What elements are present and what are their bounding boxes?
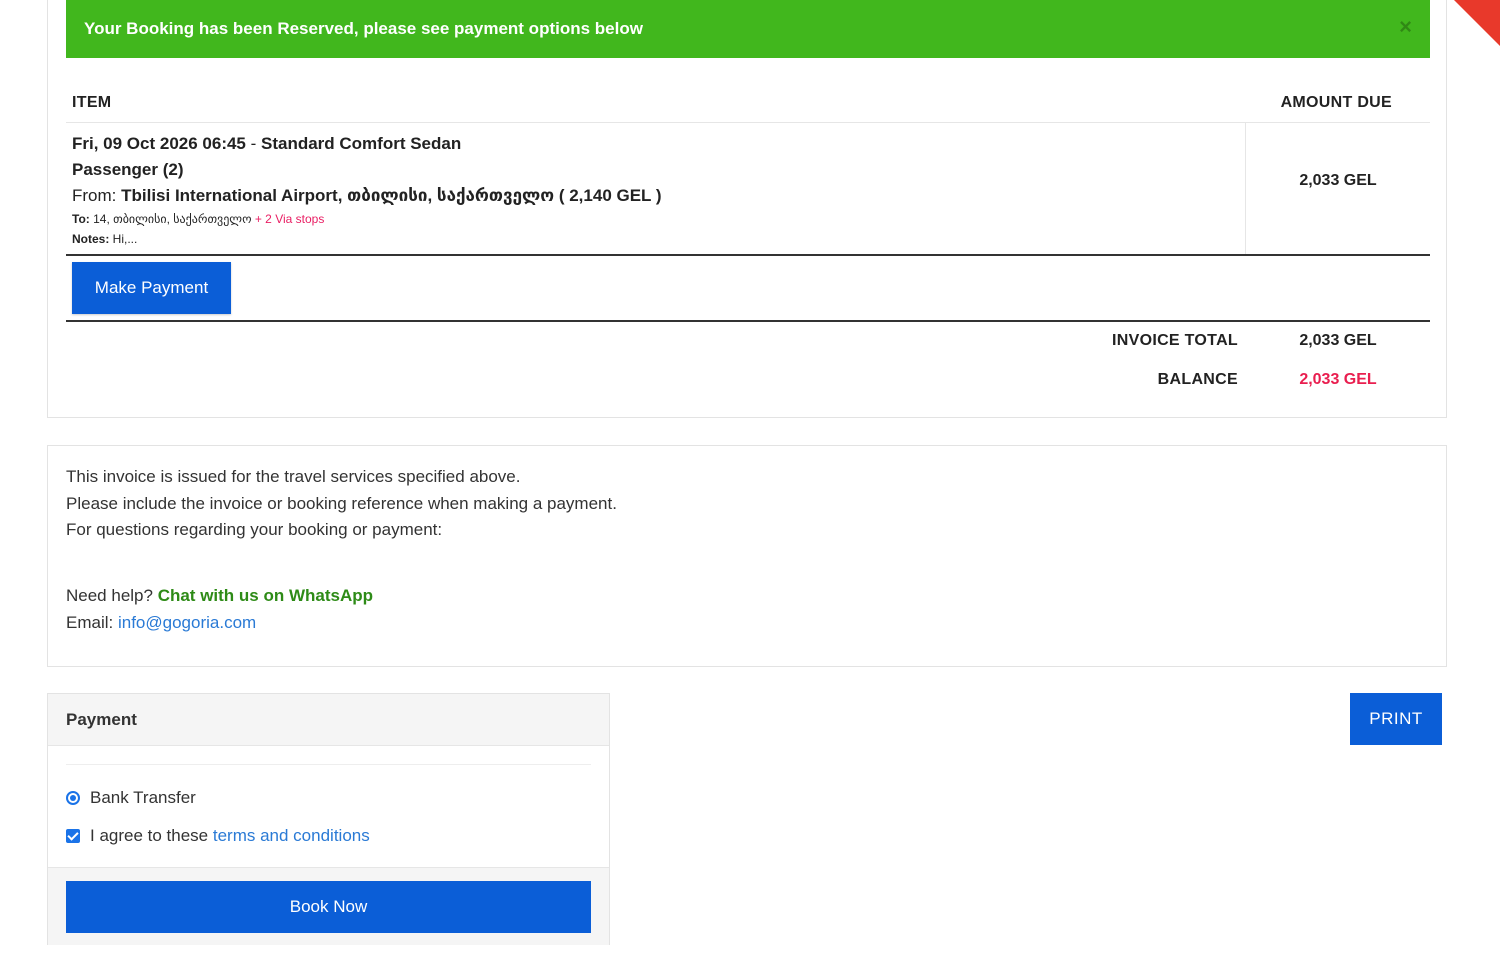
email-link[interactable]: info@gogoria.com [118,613,256,632]
terms-link[interactable]: terms and conditions [213,826,370,846]
notes-text: Hi,... [109,232,138,246]
balance-value: 2,033 GEL [1299,371,1377,388]
from-label: From: [72,186,122,205]
item-from-line: From: Tbilisi International Airport, თბი… [72,183,1232,209]
info-line: Please include the invoice or booking re… [66,493,617,513]
help-label: Need help? [66,586,158,605]
whatsapp-link[interactable]: Chat with us on WhatsApp [158,586,373,605]
bank-transfer-option[interactable]: Bank Transfer [66,788,196,808]
table-divider [66,122,1430,123]
bank-transfer-label[interactable]: Bank Transfer [90,788,196,808]
radio-selected-icon[interactable] [66,791,80,805]
help-line: Need help? Chat with us on WhatsApp [66,582,373,609]
item-notes-line: Notes: Hi,... [72,229,1232,249]
via-stops-link[interactable]: + 2 Via stops [255,212,325,226]
info-line: For questions regarding your booking or … [66,520,443,539]
to-place: 14, თბილისი, საქართველო [89,212,255,226]
success-alert: Your Booking has been Reserved, please s… [66,0,1430,58]
terms-agreement[interactable]: I agree to these terms and conditions [66,826,370,846]
item-to-line: To: 14, თბილისი, საქართველო + 2 Via stop… [72,209,1232,229]
info-line: This invoice is issued for the travel se… [66,467,521,486]
print-button[interactable]: PRINT [1350,693,1442,745]
totals-divider [66,320,1430,322]
book-now-button[interactable]: Book Now [66,881,591,933]
payment-header: Payment [48,694,609,746]
corner-ribbon [1454,0,1500,46]
invoice-total-label: INVOICE TOTAL [1112,332,1238,349]
table-bottom-border [66,254,1430,256]
agree-label: I agree to these [90,826,209,845]
email-label: Email: [66,613,118,632]
invoice-total-value: 2,033 GEL [1299,332,1377,349]
invoice-info-text: This invoice is issued for the travel se… [66,464,617,544]
help-contacts: Need help? Chat with us on WhatsApp Emai… [66,582,373,636]
email-line: Email: info@gogoria.com [66,609,373,636]
close-icon[interactable]: × [1399,14,1412,40]
invoice-item: Fri, 09 Oct 2026 06:45 - Standard Comfor… [72,131,1232,249]
payment-title: Payment [66,710,137,729]
item-datetime: Fri, 09 Oct 2026 06:45 [72,134,246,153]
item-title-line: Fri, 09 Oct 2026 06:45 - Standard Comfor… [72,131,1232,157]
from-place: Tbilisi International Airport, თბილისი, … [121,186,555,205]
column-header-item: ITEM [72,94,112,111]
payment-divider [66,764,591,765]
checkbox-checked-icon[interactable] [66,829,80,843]
from-price: ( 2,140 GEL ) [554,186,662,205]
payment-footer: Book Now [48,867,609,945]
to-label: To: [72,212,90,226]
item-separator: - [245,134,261,153]
item-vehicle: Standard Comfort Sedan [261,134,462,153]
item-passengers: Passenger (2) [72,160,184,179]
balance-label: BALANCE [1157,371,1238,388]
notes-label: Notes: [72,232,110,246]
make-payment-button[interactable]: Make Payment [72,262,231,314]
column-header-amount-due: AMOUNT DUE [1280,94,1392,111]
alert-message: Your Booking has been Reserved, please s… [84,19,643,38]
item-amount-due: 2,033 GEL [1299,172,1377,189]
payment-panel: Payment Bank Transfer I agree to these t… [47,693,610,945]
